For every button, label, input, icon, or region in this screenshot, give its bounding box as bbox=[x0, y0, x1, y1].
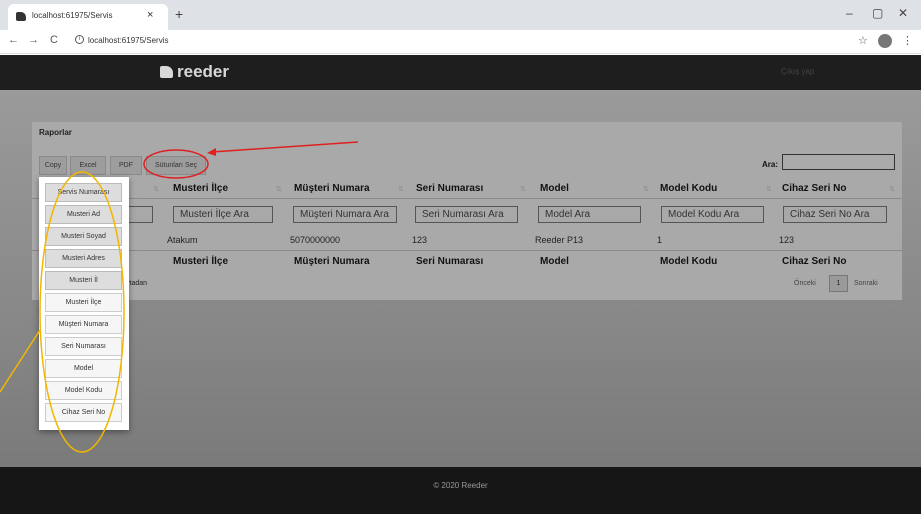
filter-hidden-column[interactable] bbox=[126, 206, 153, 223]
browser-tab[interactable]: localhost:61975/Servis × bbox=[8, 4, 168, 30]
column-toggle-cihaz-seri-no[interactable]: Cihaz Seri No bbox=[45, 403, 122, 422]
sort-icon[interactable]: ⇅ bbox=[766, 185, 772, 193]
browser-tab-bar: localhost:61975/Servis × + – ▢ ✕ bbox=[0, 0, 921, 30]
footer-header-model: Model bbox=[540, 256, 569, 267]
forward-button[interactable]: → bbox=[28, 34, 39, 46]
app-navbar: reeder Çıkış yap bbox=[0, 55, 921, 90]
filter-cihaz-seri-no[interactable]: Cihaz Seri No Ara bbox=[783, 206, 887, 223]
row-divider bbox=[32, 250, 902, 251]
sort-icon[interactable]: ⇅ bbox=[520, 185, 526, 193]
copy-button[interactable]: Copy bbox=[39, 156, 67, 175]
filter-model[interactable]: Model Ara bbox=[538, 206, 641, 223]
sort-icon[interactable]: ⇅ bbox=[889, 185, 895, 193]
brand-name: reeder bbox=[177, 62, 229, 81]
column-toggle-musteri-numara[interactable]: Müşteri Numara bbox=[45, 315, 122, 334]
header-musteri-ilce[interactable]: Musteri İlçe bbox=[173, 183, 228, 194]
window-close-button[interactable]: ✕ bbox=[898, 6, 908, 20]
footer-header-musteri-ilce: Musteri İlçe bbox=[173, 256, 229, 267]
sort-icon[interactable]: ⇅ bbox=[153, 185, 159, 193]
header-divider bbox=[32, 198, 902, 199]
sort-icon[interactable]: ⇅ bbox=[643, 185, 649, 193]
table-info: ytadan bbox=[126, 280, 148, 287]
footer-header-cihaz-seri-no: Cihaz Seri No bbox=[782, 256, 847, 267]
logout-link[interactable]: Çıkış yap bbox=[781, 67, 814, 76]
new-tab-button[interactable]: + bbox=[175, 6, 183, 22]
pagination-page-1[interactable]: 1 bbox=[829, 275, 848, 292]
column-visibility-button[interactable]: Sütunları Seç bbox=[146, 156, 206, 175]
favicon-icon bbox=[16, 12, 26, 21]
sort-icon[interactable]: ⇅ bbox=[398, 185, 404, 193]
cell-cihaz-seri-no: 123 bbox=[779, 235, 795, 245]
tab-title: localhost:61975/Servis bbox=[32, 11, 113, 20]
column-toggle-musteri-soyad[interactable]: Musteri Soyad bbox=[45, 227, 122, 246]
filter-model-kodu[interactable]: Model Kodu Ara bbox=[661, 206, 764, 223]
excel-button[interactable]: Excel bbox=[70, 156, 106, 175]
pdf-button[interactable]: PDF bbox=[110, 156, 142, 175]
column-toggle-musteri-adres[interactable]: Musteri Adres bbox=[45, 249, 122, 268]
header-cihaz-seri-no[interactable]: Cihaz Seri No bbox=[782, 183, 846, 194]
header-model-kodu[interactable]: Model Kodu bbox=[660, 183, 717, 194]
search-label: Ara: bbox=[762, 160, 779, 169]
browser-menu-icon[interactable]: ⋮ bbox=[902, 34, 913, 47]
cell-model: Reeder P13 bbox=[535, 235, 584, 245]
pagination-previous[interactable]: Önceki bbox=[794, 280, 816, 287]
column-toggle-seri-numarasi[interactable]: Seri Numarası bbox=[45, 337, 122, 356]
footer-header-musteri-numara: Müşteri Numara bbox=[294, 256, 370, 267]
column-toggle-model[interactable]: Model bbox=[45, 359, 122, 378]
url-field[interactable]: localhost:61975/Servis bbox=[88, 36, 169, 45]
column-toggle-musteri-il[interactable]: Musteri İl bbox=[45, 271, 122, 290]
search-input[interactable] bbox=[782, 154, 895, 170]
filter-musteri-numara[interactable]: Müşteri Numara Ara bbox=[293, 206, 397, 223]
maximize-button[interactable]: ▢ bbox=[872, 6, 883, 20]
column-toggle-musteri-ilce[interactable]: Musteri İlçe bbox=[45, 293, 122, 312]
pagination-next[interactable]: Sonraki bbox=[854, 280, 878, 287]
reeder-logo-icon bbox=[160, 66, 173, 78]
reload-button[interactable]: C bbox=[50, 34, 58, 46]
header-seri-numarasi[interactable]: Seri Numarası bbox=[416, 183, 483, 194]
filter-musteri-ilce[interactable]: Musteri İlçe Ara bbox=[173, 206, 273, 223]
tab-close-icon[interactable]: × bbox=[147, 9, 153, 21]
brand-logo[interactable]: reeder bbox=[160, 62, 229, 82]
cell-musteri-numara: 5070000000 bbox=[290, 235, 341, 245]
cell-musteri-ilce: Atakum bbox=[167, 235, 198, 245]
column-toggle-servis-numarasi[interactable]: Servis Numarası bbox=[45, 183, 122, 202]
filter-seri-numarasi[interactable]: Seri Numarası Ara bbox=[415, 206, 518, 223]
footer-header-seri-numarasi: Seri Numarası bbox=[416, 256, 484, 267]
cell-model-kodu: 1 bbox=[657, 235, 663, 245]
copyright-text: © 2020 Reeder bbox=[433, 481, 488, 490]
back-button[interactable]: ← bbox=[8, 34, 19, 46]
address-bar: ← → C i localhost:61975/Servis ☆ ⋮ bbox=[0, 30, 921, 54]
column-toggle-model-kodu[interactable]: Model Kodu bbox=[45, 381, 122, 400]
header-model[interactable]: Model bbox=[540, 183, 569, 194]
header-musteri-numara[interactable]: Müşteri Numara bbox=[294, 183, 370, 194]
bookmark-star-icon[interactable]: ☆ bbox=[858, 34, 868, 47]
panel-title: Raporlar bbox=[39, 128, 72, 137]
site-info-icon[interactable]: i bbox=[75, 35, 84, 44]
sort-icon[interactable]: ⇅ bbox=[276, 185, 282, 193]
page-footer bbox=[0, 467, 921, 514]
column-visibility-menu: Servis Numarası Musteri Ad Musteri Soyad… bbox=[39, 177, 129, 430]
column-toggle-musteri-ad[interactable]: Musteri Ad bbox=[45, 205, 122, 224]
minimize-button[interactable]: – bbox=[846, 6, 853, 20]
profile-avatar[interactable] bbox=[878, 34, 892, 48]
cell-seri-numarasi: 123 bbox=[412, 235, 428, 245]
footer-header-model-kodu: Model Kodu bbox=[660, 256, 718, 267]
